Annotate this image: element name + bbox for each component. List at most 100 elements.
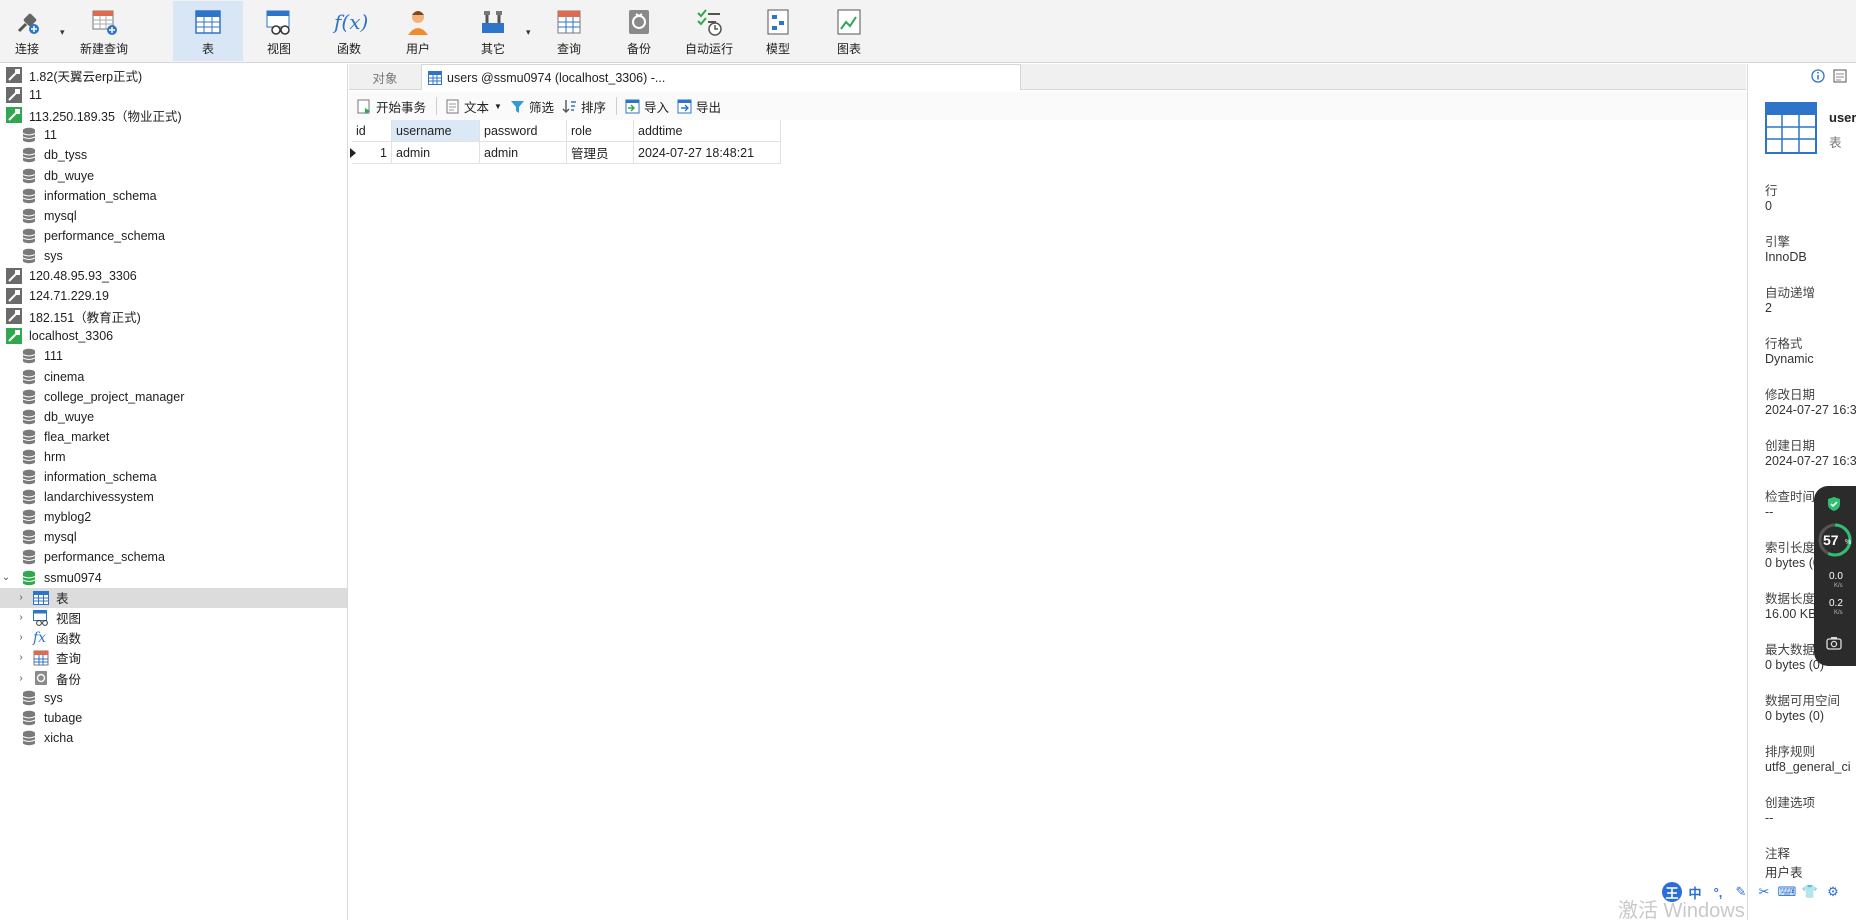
column-header[interactable]: id bbox=[352, 120, 392, 142]
nav-item[interactable]: information_schema bbox=[0, 467, 347, 487]
nav-item[interactable]: landarchivessystem bbox=[0, 487, 347, 507]
nav-item[interactable]: myblog2 bbox=[0, 507, 347, 527]
database-icon bbox=[22, 188, 36, 203]
table-cell[interactable]: 管理员 bbox=[567, 142, 634, 164]
other-dropdown-caret[interactable]: ▾ bbox=[526, 27, 531, 38]
nav-item[interactable]: performance_schema bbox=[0, 547, 347, 567]
info-subtitle: 表 bbox=[1829, 136, 1842, 150]
nav-item[interactable]: sys bbox=[0, 688, 347, 708]
nav-item[interactable]: › 表 bbox=[0, 587, 347, 608]
function-button[interactable]: f(x) 函数 bbox=[330, 1, 368, 61]
nav-item[interactable]: localhost_3306 bbox=[0, 326, 347, 346]
other-button[interactable]: 其它 bbox=[475, 1, 511, 61]
nav-item[interactable]: 1.82(天翼云erp正式) bbox=[0, 65, 347, 85]
upload-speed: 0.0 bbox=[1829, 571, 1843, 582]
nav-item[interactable]: performance_schema bbox=[0, 226, 347, 246]
info-field-value: utf8_general_ci bbox=[1765, 760, 1851, 774]
ime-button[interactable]: ⚙ bbox=[1823, 882, 1843, 902]
table-cell[interactable]: 1 bbox=[352, 142, 392, 164]
import-button[interactable]: 导入 bbox=[625, 95, 669, 117]
nav-item[interactable]: 124.71.229.19 bbox=[0, 286, 347, 306]
table-label: 表 bbox=[201, 42, 214, 56]
nav-item[interactable]: 11 bbox=[0, 85, 347, 105]
nav-item-label: mysql bbox=[44, 208, 77, 223]
export-button[interactable]: 导出 bbox=[677, 95, 721, 117]
document-icon bbox=[446, 99, 459, 113]
tab-users-table[interactable]: users @ssmu0974 (localhost_3306) -... bbox=[421, 64, 1021, 90]
chevron-right-icon[interactable]: › bbox=[15, 592, 27, 603]
chevron-right-icon[interactable]: › bbox=[15, 673, 27, 684]
backup-button[interactable]: 备份 bbox=[621, 1, 657, 61]
info-field-label: 创建日期 bbox=[1765, 439, 1816, 453]
filter-button[interactable]: 筛选 bbox=[510, 95, 554, 117]
column-header[interactable]: role bbox=[567, 120, 634, 142]
column-header[interactable]: addtime bbox=[634, 120, 781, 142]
table-row[interactable]: 1 admin admin 管理员 2024-07-27 18:48:21 bbox=[352, 142, 781, 164]
nav-item[interactable]: › 查询 bbox=[0, 648, 347, 668]
nav-item-label: tubage bbox=[44, 711, 83, 726]
nav-item[interactable]: tubage bbox=[0, 708, 347, 728]
nav-item[interactable]: db_wuye bbox=[0, 166, 347, 186]
nav-item[interactable]: 11 bbox=[0, 125, 347, 145]
ime-button[interactable]: ⌨ bbox=[1777, 882, 1797, 902]
nav-item[interactable]: mysql bbox=[0, 527, 347, 547]
nav-item[interactable]: cinema bbox=[0, 367, 347, 387]
text-label: 文本 bbox=[464, 100, 490, 115]
model-button[interactable]: 模型 bbox=[760, 1, 796, 61]
chevron-right-icon[interactable]: › bbox=[15, 652, 27, 663]
nav-item[interactable]: sys bbox=[0, 246, 347, 266]
nav-item[interactable]: ⌄ ssmu0974 bbox=[0, 568, 347, 588]
table-button[interactable]: 表 bbox=[173, 1, 243, 61]
table-cell[interactable]: 2024-07-27 18:48:21 bbox=[634, 142, 781, 164]
chevron-right-icon[interactable]: › bbox=[15, 612, 27, 623]
info-field-value: InnoDB bbox=[1765, 250, 1807, 264]
chevron-right-icon[interactable]: › bbox=[15, 632, 27, 643]
nav-item[interactable]: flea_market bbox=[0, 427, 347, 447]
nav-item[interactable]: 111 bbox=[0, 346, 347, 366]
nav-item[interactable]: db_tyss bbox=[0, 145, 347, 165]
chart-button[interactable]: 图表 bbox=[831, 1, 867, 61]
nav-item[interactable]: 182.151（教育正式) bbox=[0, 306, 347, 326]
view-button[interactable]: 视图 bbox=[260, 1, 298, 61]
query-button[interactable]: 查询 bbox=[551, 1, 587, 61]
user-button[interactable]: 用户 bbox=[400, 1, 436, 61]
tab-objects[interactable]: 对象 bbox=[349, 64, 421, 90]
nav-item[interactable]: › 视图 bbox=[0, 608, 347, 628]
text-button[interactable]: 文本 ▼ bbox=[445, 95, 502, 117]
nav-item[interactable]: › 备份 bbox=[0, 668, 347, 688]
begin-transaction-button[interactable]: 开始事务 bbox=[357, 95, 426, 117]
nav-item[interactable]: db_wuye bbox=[0, 407, 347, 427]
tools-icon bbox=[482, 11, 504, 33]
ddl-icon[interactable] bbox=[1833, 69, 1847, 83]
info-icon[interactable] bbox=[1811, 69, 1825, 83]
new-query-button[interactable]: 新建查询 bbox=[76, 1, 132, 61]
nav-item[interactable]: xicha bbox=[0, 728, 347, 748]
automation-button[interactable]: 自动运行 bbox=[683, 1, 735, 61]
connect-dropdown-caret[interactable]: ▾ bbox=[60, 27, 65, 38]
ime-button[interactable]: 王 bbox=[1662, 882, 1682, 902]
connect-button[interactable]: 连接 bbox=[6, 1, 48, 61]
ime-button[interactable]: ✂ bbox=[1754, 882, 1774, 902]
chevron-down-icon[interactable]: ⌄ bbox=[0, 572, 12, 583]
table-cell[interactable]: admin bbox=[480, 142, 567, 164]
sort-button[interactable]: 排序 bbox=[562, 95, 606, 117]
network-speed-widget[interactable]: 57 % 0.0 K/s 0.2 K/s bbox=[1814, 486, 1856, 666]
model-icon bbox=[767, 9, 789, 35]
ime-button[interactable]: 中 bbox=[1685, 882, 1705, 902]
nav-item[interactable]: college_project_manager bbox=[0, 387, 347, 407]
nav-item[interactable]: information_schema bbox=[0, 186, 347, 206]
info-field-value: 0 bytes (0) bbox=[1765, 709, 1825, 723]
nav-item-label: 备份 bbox=[56, 672, 82, 687]
nav-item[interactable]: 113.250.189.35（物业正式) bbox=[0, 105, 347, 125]
column-header[interactable]: username bbox=[392, 120, 480, 142]
nav-item[interactable]: › fx 函数 bbox=[0, 628, 347, 648]
query-label: 查询 bbox=[556, 42, 581, 56]
ime-button[interactable]: ✎ bbox=[1731, 882, 1751, 902]
nav-item[interactable]: hrm bbox=[0, 447, 347, 467]
column-header[interactable]: password bbox=[480, 120, 567, 142]
table-cell[interactable]: admin bbox=[392, 142, 480, 164]
nav-item[interactable]: mysql bbox=[0, 206, 347, 226]
ime-button[interactable]: °, bbox=[1708, 882, 1728, 902]
nav-item[interactable]: 120.48.95.93_3306 bbox=[0, 266, 347, 286]
ime-button[interactable]: 👕 bbox=[1800, 882, 1820, 902]
